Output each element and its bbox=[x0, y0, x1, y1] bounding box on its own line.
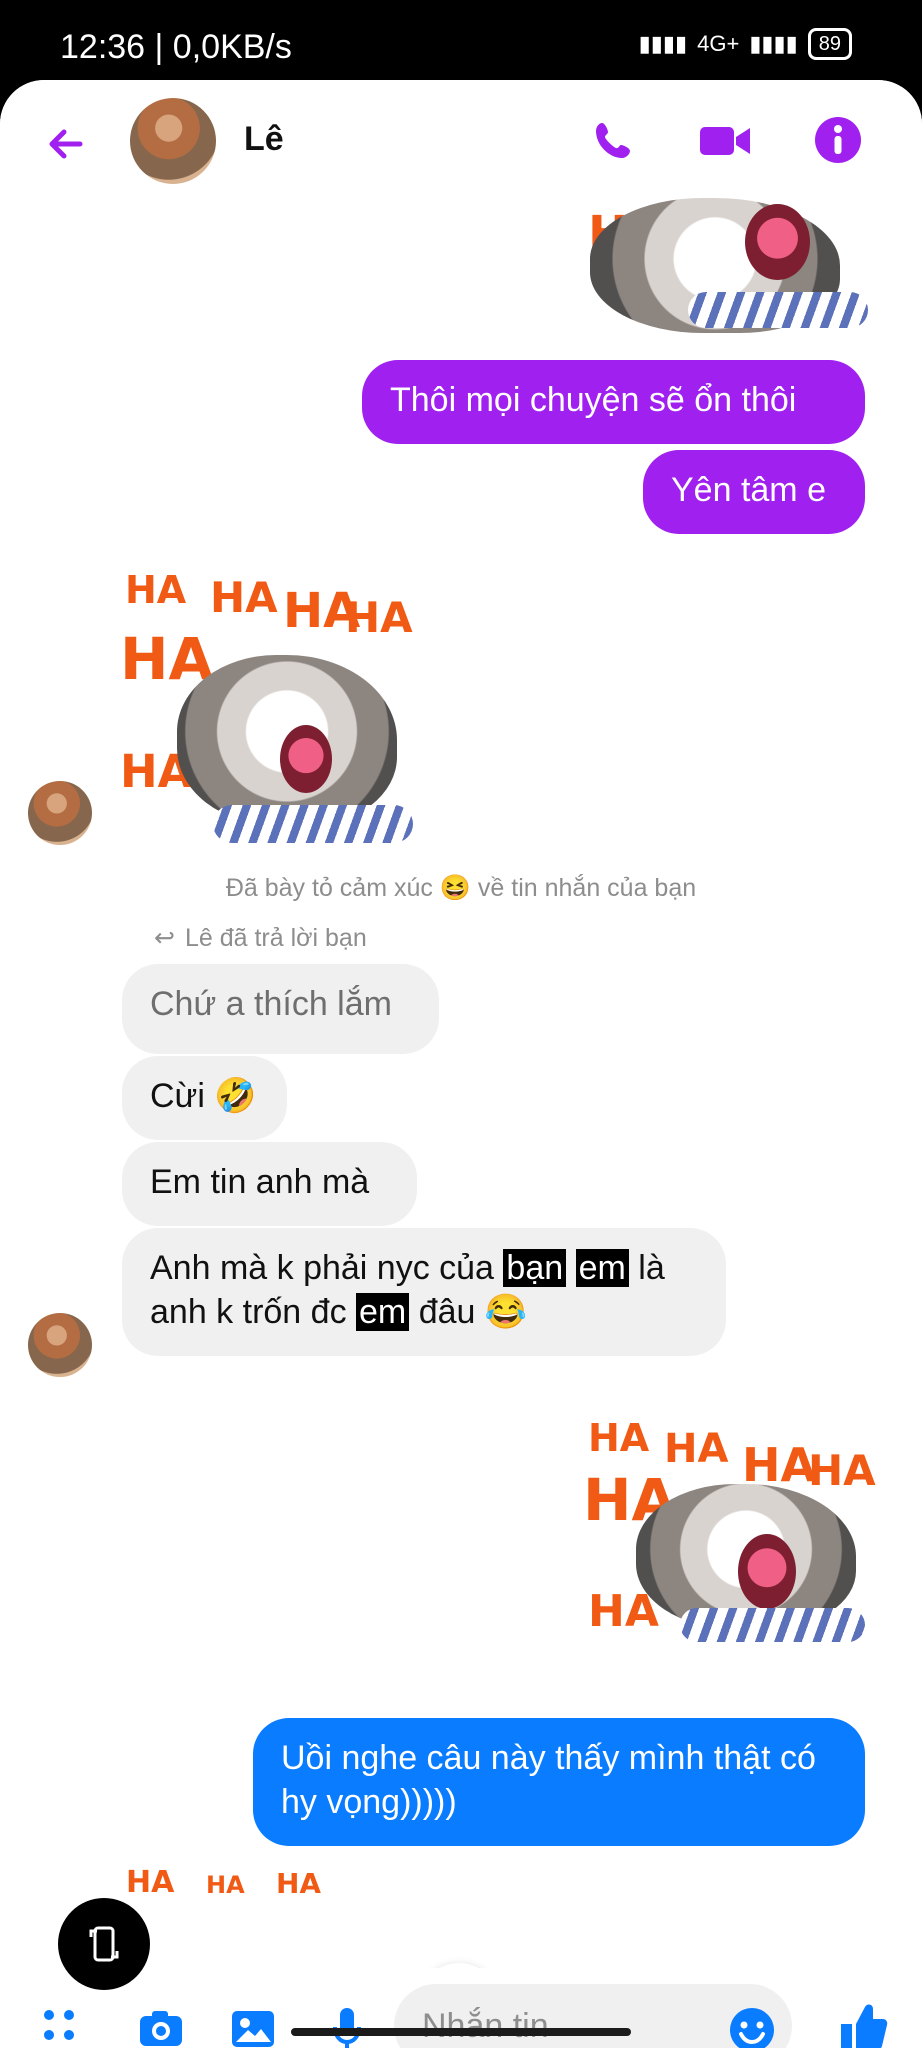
status-time: 12:36 | 0,0KB/s bbox=[60, 28, 292, 66]
status-bar: 12:36 | 0,0KB/s ▮▮▮▮ 4G+ ▮▮▮▮ 89 bbox=[0, 0, 922, 80]
tears-of-joy-emoji: 😂 bbox=[484, 1293, 528, 1331]
reaction-notice-before: Đã bày tỏ cảm xúc bbox=[225, 874, 433, 902]
reaction-notice-after: về tin nhắn của bạn bbox=[477, 874, 697, 902]
laugh-emoji: 😆 bbox=[439, 874, 471, 902]
home-indicator[interactable] bbox=[291, 2028, 631, 2036]
contact-avatar[interactable] bbox=[130, 98, 216, 184]
sent-message-2[interactable]: Yên tâm e bbox=[643, 450, 865, 534]
info-button[interactable] bbox=[810, 112, 866, 168]
signal-icon-2: ▮▮▮▮ bbox=[749, 31, 798, 56]
sent-message-last[interactable]: Uồi nghe câu này thấy mình thật có hy vọ… bbox=[253, 1718, 865, 1846]
status-icons: ▮▮▮▮ 4G+ ▮▮▮▮ 89 bbox=[639, 28, 852, 60]
video-call-button[interactable] bbox=[694, 114, 756, 168]
battery-icon: 89 bbox=[807, 28, 852, 60]
message-list[interactable]: HA Thôi mọi chuyện sẽ ổn thôi Yên tâm e … bbox=[0, 198, 922, 2043]
received-sticker[interactable]: HA HA HA HA HA HA bbox=[115, 563, 415, 863]
cat-mouth bbox=[745, 204, 810, 280]
network-label: 4G+ bbox=[697, 31, 740, 56]
reaction-notice: Đã bày tỏ cảm xúc 😆 về tin nhắn của bạn bbox=[0, 874, 922, 903]
camera-button[interactable] bbox=[134, 2002, 188, 2048]
highlighted-word: em bbox=[356, 1293, 410, 1331]
sent-message-1[interactable]: Thôi mọi chuyện sẽ ổn thôi bbox=[362, 360, 865, 444]
quoted-message[interactable]: Chứ a thích lắm bbox=[122, 964, 439, 1054]
sender-avatar[interactable] bbox=[28, 1313, 92, 1377]
call-button[interactable] bbox=[586, 114, 640, 168]
contact-name: Lê bbox=[244, 120, 284, 158]
microphone-icon bbox=[333, 2008, 361, 2048]
sent-sticker[interactable]: HA HA HA HA HA HA bbox=[578, 1408, 878, 1648]
emoji-button[interactable] bbox=[726, 2004, 778, 2048]
sticker-stripe bbox=[213, 805, 413, 843]
sticker-ha-5: HA bbox=[808, 1446, 876, 1495]
sticker-ha-3: HA bbox=[210, 573, 278, 622]
dots-grid-icon bbox=[44, 2010, 74, 2040]
message-text: anh k trốn đc bbox=[150, 1293, 357, 1331]
screen-rotate-button[interactable] bbox=[58, 1898, 150, 1990]
sticker-ha-3: HA bbox=[664, 1426, 729, 1472]
smiley-icon bbox=[730, 2008, 774, 2048]
rolling-laugh-emoji: 🤣 bbox=[214, 1077, 257, 1115]
thumbs-up-icon bbox=[841, 2004, 888, 2048]
sticker-ha-1: HA bbox=[125, 568, 187, 612]
voice-button[interactable] bbox=[322, 2002, 372, 2048]
reply-icon: ↩ bbox=[154, 924, 175, 952]
back-button[interactable] bbox=[38, 116, 94, 172]
sticker-stripe bbox=[688, 292, 868, 328]
received-message-1-text: Cừi bbox=[150, 1077, 205, 1115]
like-button[interactable] bbox=[834, 1998, 890, 2048]
photo-button[interactable] bbox=[226, 2002, 280, 2048]
video-camera-icon bbox=[700, 127, 750, 155]
highlighted-word: bạn bbox=[503, 1249, 567, 1287]
sticker-top: HA bbox=[580, 198, 870, 343]
message-text: là bbox=[628, 1249, 665, 1287]
reply-notice: ↩ Lê đã trả lời bạn bbox=[154, 923, 367, 953]
chat-header: Lê bbox=[0, 80, 922, 210]
message-text: Anh mà k phải nyc của bbox=[150, 1249, 504, 1287]
phone-icon bbox=[596, 123, 630, 158]
sticker-ha-text: HA bbox=[126, 1865, 175, 1893]
image-icon bbox=[232, 2011, 274, 2047]
camera-icon bbox=[140, 2011, 182, 2046]
highlighted-word: em bbox=[575, 1249, 629, 1287]
apps-button[interactable] bbox=[38, 2004, 80, 2046]
cat-mouth bbox=[280, 725, 332, 793]
received-message-1[interactable]: Cừi 🤣 bbox=[122, 1056, 287, 1140]
partially-visible-sticker: HA HA HA bbox=[116, 1853, 396, 1893]
reply-notice-text: Lê đã trả lời bạn bbox=[184, 923, 367, 952]
received-message-2[interactable]: Em tin anh mà bbox=[122, 1142, 417, 1226]
sticker-ha-text: HA bbox=[276, 1867, 322, 1893]
sticker-ha-1: HA bbox=[588, 1416, 650, 1460]
sticker-ha-text: HA bbox=[206, 1871, 245, 1893]
messenger-app: Lê HA Thôi mọi chuyện sẽ ổn thôi Yên tâm… bbox=[0, 80, 922, 2048]
sticker-ha-5: HA bbox=[345, 593, 413, 642]
signal-icon: ▮▮▮▮ bbox=[638, 31, 688, 56]
rotate-icon bbox=[89, 1926, 119, 1962]
message-input-placeholder: Nhắn tin bbox=[422, 2006, 549, 2045]
message-text: đâu bbox=[409, 1293, 476, 1331]
sticker-stripe bbox=[680, 1608, 865, 1642]
sender-avatar[interactable] bbox=[28, 781, 92, 845]
info-icon bbox=[815, 117, 861, 163]
arrow-left-icon bbox=[49, 129, 83, 159]
message-space bbox=[566, 1249, 575, 1287]
cat-mouth bbox=[738, 1534, 796, 1609]
received-message-3[interactable]: Anh mà k phải nyc của bạn em là anh k tr… bbox=[122, 1228, 726, 1356]
